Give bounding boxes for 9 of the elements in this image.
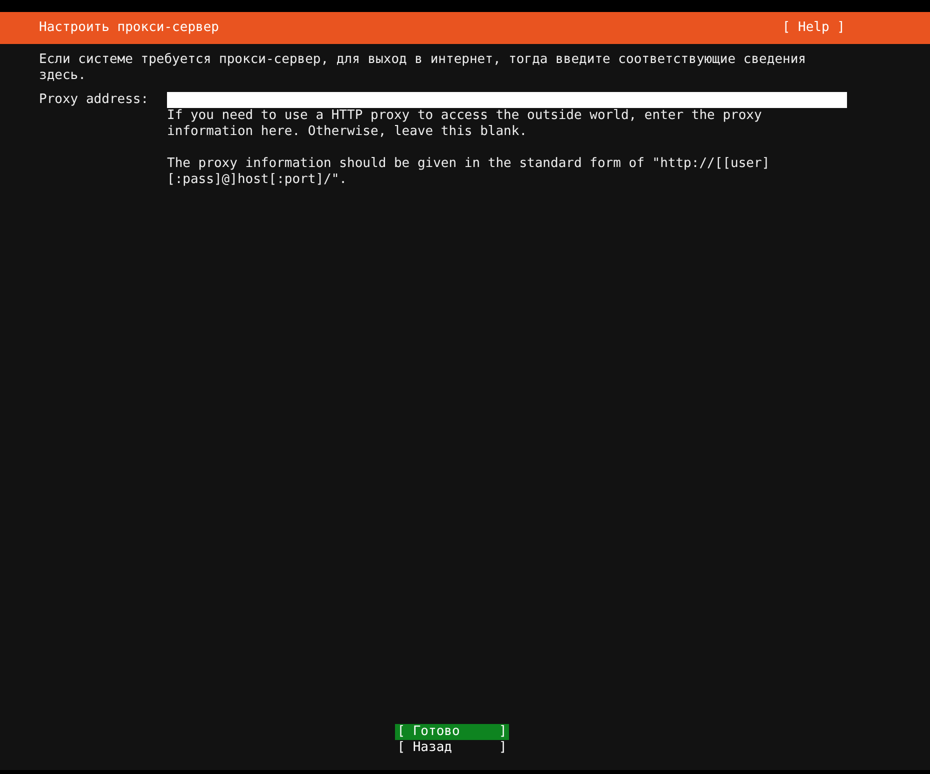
menu-button[interactable]: [ Готово ]: [395, 724, 509, 740]
menu-button[interactable]: [ Назад ]: [395, 740, 509, 756]
field-label: Proxy address:: [39, 92, 150, 109]
proxy-address-field[interactable]: [167, 92, 847, 108]
help-button[interactable]: [ Help ]: [782, 20, 845, 36]
screen-title: Настроить прокси-сервер: [39, 20, 220, 36]
help-text: If you need to use a HTTP proxy to access the outside world, enter the proxy information here. Otherwise, leave this blank.: [167, 108, 763, 140]
help-text: The proxy information should be given in the standard form of "http://[[user][:pass]@]host[:port]/".: [167, 156, 771, 188]
intro-text: Если системе требуется прокси-сервер, для выход в интернет, тогда введите соответствующие сведения здесь.: [39, 52, 808, 84]
